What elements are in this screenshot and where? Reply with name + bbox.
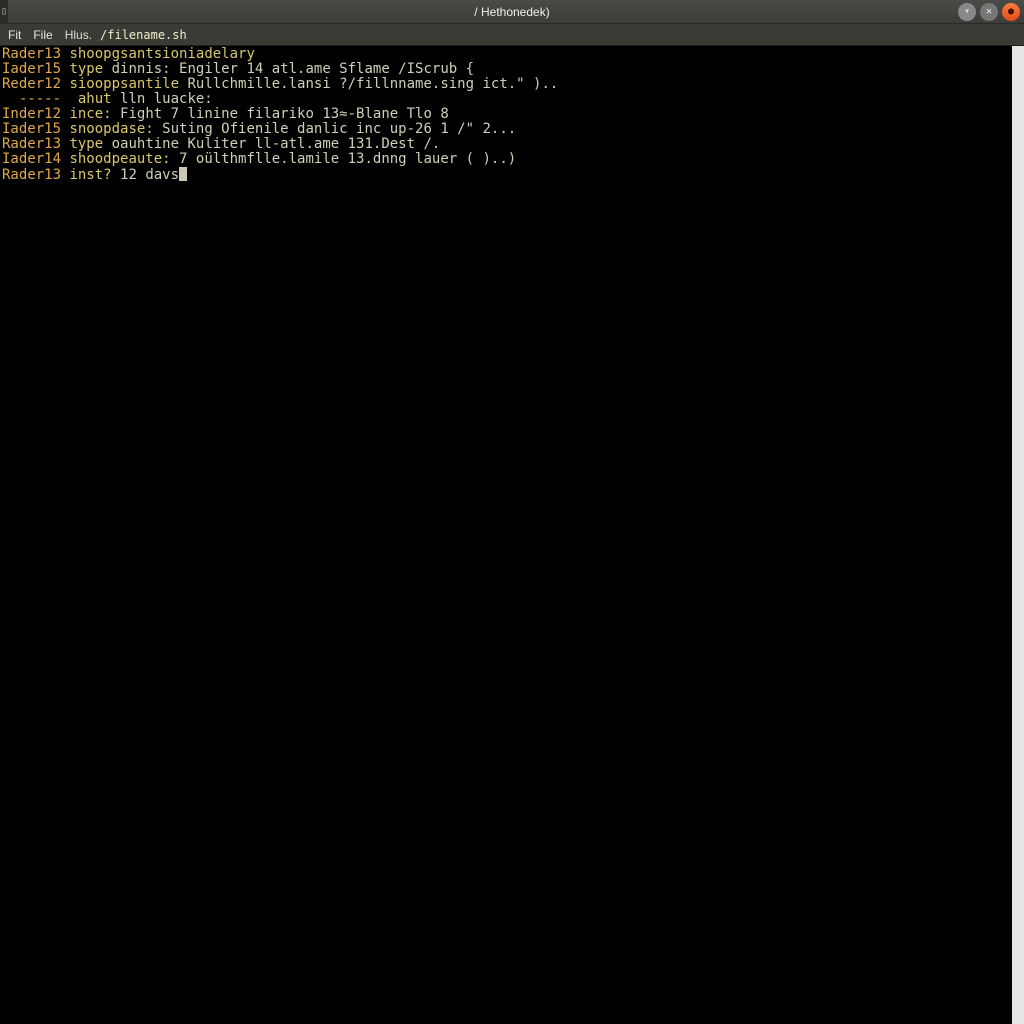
close-button[interactable]: ● bbox=[1002, 3, 1020, 21]
line-rest: lln luacke: bbox=[112, 91, 213, 107]
menu-fit[interactable]: Fit bbox=[4, 26, 25, 44]
window-controls: ▾ ✕ ● bbox=[958, 3, 1024, 21]
text-cursor bbox=[179, 167, 187, 181]
prompt-label: Inder12 bbox=[2, 106, 61, 122]
keyword-span: ahut bbox=[78, 91, 112, 107]
terminal-line: ----- ahut lln luacke: bbox=[2, 92, 1022, 107]
window-titlebar: ▯ / Hethonedek) ▾ ✕ ● bbox=[0, 0, 1024, 24]
line-rest: Fight 7 linine filariko 13≈-Blane Tlo 8 bbox=[112, 106, 449, 122]
keyword-span: inst? bbox=[69, 167, 111, 183]
line-rest: Suting Ofienile danlic inc up-26 1 /" 2.… bbox=[154, 121, 516, 137]
line-rest: dinnis: Engiler 14 atl.ame Sflame /IScru… bbox=[103, 61, 474, 77]
window-title: / Hethonedek) bbox=[474, 5, 549, 19]
line-rest: oauhtine Kuliter ll-atl.ame 131.Dest /. bbox=[103, 136, 440, 152]
keyword-span: siooppsantile bbox=[69, 76, 179, 92]
prompt-label: Iader15 bbox=[2, 61, 61, 77]
keyword-span: snoopdase: bbox=[69, 121, 153, 137]
terminal-line: Rader13 type oauhtine Kuliter ll-atl.ame… bbox=[2, 137, 1022, 152]
prompt-label: Iader15 bbox=[2, 121, 61, 137]
prompt-label: Rader13 bbox=[2, 136, 61, 152]
left-ornament: ▯ bbox=[0, 0, 8, 24]
menu-path: /filename.sh bbox=[100, 28, 187, 42]
line-rest: 12 davs bbox=[112, 167, 179, 183]
scrollbar-thumb[interactable] bbox=[1012, 46, 1024, 1024]
terminal-line: Rader13 shoopgsantsioniadelary bbox=[2, 47, 1022, 62]
menu-hlus[interactable]: Hlus. bbox=[61, 26, 96, 44]
keyword-span: type bbox=[69, 136, 103, 152]
line-rest: Rullchmille.lansi ?/fillnname.sing ict."… bbox=[179, 76, 558, 92]
keyword-span: shoodpeaute: bbox=[69, 151, 170, 167]
prompt-label: Reder12 bbox=[2, 76, 61, 92]
menubar: Fit File Hlus. /filename.sh bbox=[0, 24, 1024, 46]
scrollbar-track[interactable] bbox=[1012, 46, 1024, 1024]
prompt-label: Iader14 bbox=[2, 151, 61, 167]
keyword-span: shoopgsantsioniadelary bbox=[69, 46, 254, 62]
prompt-label: Rader13 bbox=[2, 46, 61, 62]
minimize-button[interactable]: ▾ bbox=[958, 3, 976, 21]
keyword-span: type bbox=[69, 61, 103, 77]
maximize-close-button[interactable]: ✕ bbox=[980, 3, 998, 21]
terminal-viewport[interactable]: Rader13 shoopgsantsioniadelaryIader15 ty… bbox=[0, 46, 1024, 1024]
menu-file[interactable]: File bbox=[29, 26, 56, 44]
prompt-label: ----- bbox=[2, 91, 69, 107]
terminal-line: Inder12 ince: Fight 7 linine filariko 13… bbox=[2, 107, 1022, 122]
prompt-label: Rader13 bbox=[2, 167, 61, 183]
terminal-line: Reder12 siooppsantile Rullchmille.lansi … bbox=[2, 77, 1022, 92]
keyword-span: ince: bbox=[69, 106, 111, 122]
terminal-line: Iader15 type dinnis: Engiler 14 atl.ame … bbox=[2, 62, 1022, 77]
terminal-line: Iader15 snoopdase: Suting Ofienile danli… bbox=[2, 122, 1022, 137]
line-rest: 7 oülthmflle.lamile 13.dnng lauer ( )..) bbox=[171, 151, 517, 167]
terminal-line: Rader13 inst? 12 davs bbox=[2, 167, 1022, 183]
terminal-line: Iader14 shoodpeaute: 7 oülthmflle.lamile… bbox=[2, 152, 1022, 167]
